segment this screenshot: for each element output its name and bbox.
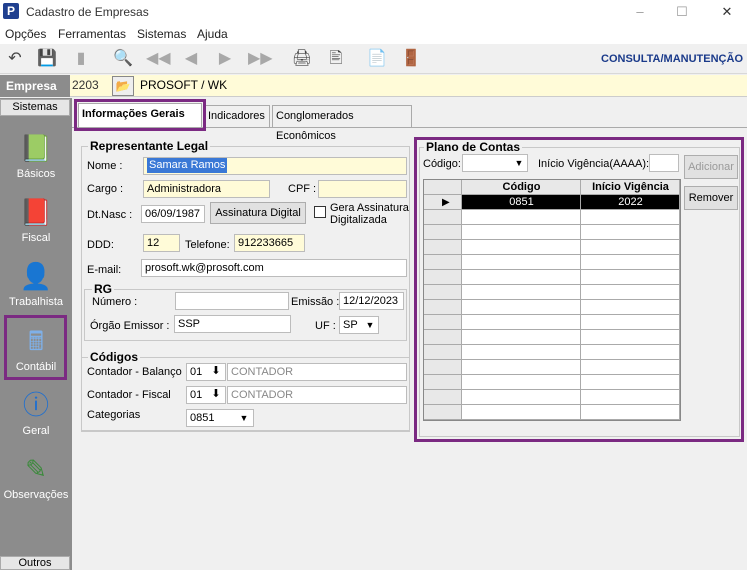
empresa-label: Empresa	[0, 75, 70, 97]
open-folder-icon[interactable]: 📂	[112, 76, 134, 96]
book-icon: 📗	[19, 133, 53, 163]
tab-conglomerados[interactable]: Conglomerados Econômicos	[272, 105, 412, 142]
sidebar-footer[interactable]: Outros	[0, 556, 70, 570]
tab-highlight	[74, 99, 206, 131]
sidebar-item-basicos[interactable]: 📗 Básicos	[0, 132, 72, 180]
orgao-label: Órgão Emissor :	[90, 320, 170, 332]
ddd-label: DDD:	[87, 239, 114, 251]
empresa-code[interactable]: 2203	[72, 78, 99, 92]
sidebar-item-trabalhista[interactable]: 👤 Trabalhista	[0, 260, 72, 308]
calc-icon[interactable]: 🖹	[325, 49, 347, 69]
exit-icon[interactable]: 🚪	[400, 49, 422, 69]
close-icon[interactable]: ✕	[712, 2, 742, 22]
numero-label: Número :	[92, 296, 138, 308]
menu-ajuda[interactable]: Ajuda	[197, 27, 228, 41]
maximize-icon[interactable]: ☐	[667, 2, 697, 22]
orgao-field[interactable]: SSP	[174, 315, 291, 333]
first-icon[interactable]: ◀◀	[146, 49, 171, 69]
menu-sistemas[interactable]: Sistemas	[137, 27, 186, 41]
print-icon[interactable]: 🖨	[291, 49, 313, 69]
cargo-field[interactable]: Administradora	[143, 180, 270, 198]
minimize-icon[interactable]: –	[625, 2, 655, 22]
nome-field[interactable]: Samara Ramos	[143, 157, 407, 175]
email-field[interactable]: prosoft.wk@prosoft.com	[141, 259, 407, 277]
emissao-field[interactable]: 12/12/2023	[339, 292, 404, 310]
representante-title: Representante Legal	[88, 139, 211, 153]
sidebar-item-fiscal[interactable]: 📕 Fiscal	[0, 196, 72, 244]
menu-opcoes[interactable]: Opções	[5, 27, 46, 41]
fiscal-contador-label: Contador - Fiscal	[87, 389, 171, 401]
worker-icon: 👤	[19, 261, 53, 291]
export-icon[interactable]: 📄	[366, 49, 388, 69]
notes-icon: ✎	[25, 454, 47, 484]
sidebar-item-observacoes[interactable]: ✎ Observações	[0, 453, 72, 501]
ddd-field[interactable]: 12	[143, 234, 180, 252]
chevron-down-icon[interactable]: ▼	[362, 317, 378, 333]
rg-title: RG	[92, 282, 114, 296]
lookup-arrow-icon[interactable]: ⬇	[208, 386, 224, 402]
categorias-label: Categorias	[87, 409, 141, 421]
bookmark-icon[interactable]: ▮	[70, 49, 92, 69]
app-logo-icon: P	[3, 3, 19, 19]
emissao-label: Emissão :	[291, 296, 340, 308]
lookup-arrow-icon[interactable]: ⬇	[208, 363, 224, 379]
cargo-label: Cargo :	[87, 183, 124, 195]
codigos-title: Códigos	[88, 350, 140, 364]
categorias-value: 0851	[190, 412, 215, 424]
telefone-field[interactable]: 912233665	[234, 234, 305, 252]
sidebar-item-label: Básicos	[16, 168, 56, 180]
mode-label: CONSULTA/MANUTENÇÃO	[601, 53, 743, 65]
balanco-name-field: CONTADOR	[227, 363, 407, 381]
last-icon[interactable]: ▶▶	[248, 49, 273, 69]
cpf-label: CPF :	[288, 183, 317, 195]
empresa-name: PROSOFT / WK	[140, 78, 228, 92]
prev-icon[interactable]: ◀	[180, 49, 202, 69]
uf-label: UF :	[315, 320, 336, 332]
tab-indicadores[interactable]: Indicadores	[204, 105, 270, 127]
fiscal-book-icon: 📕	[19, 197, 53, 227]
fiscal-name-field: CONTADOR	[227, 386, 407, 404]
gera-assinatura-checkbox[interactable]	[314, 206, 326, 218]
sidebar-item-label: Trabalhista	[8, 296, 63, 308]
email-label: E-mail:	[87, 264, 122, 276]
contabil-highlight	[4, 315, 67, 380]
sidebar-item-label: Fiscal	[21, 232, 51, 244]
balanco-label: Contador - Balanço	[87, 366, 182, 378]
nome-label: Nome :	[87, 160, 123, 172]
cpf-field[interactable]	[318, 180, 407, 198]
sidebar-item-label: Observações	[3, 489, 69, 501]
sidebar-item-geral[interactable]: ⓘ Geral	[0, 389, 72, 437]
save-icon[interactable]: 💾	[36, 49, 58, 69]
dtnasc-field[interactable]: 06/09/1987	[141, 205, 205, 223]
uf-value: SP	[343, 319, 358, 331]
plano-highlight	[414, 137, 744, 442]
numero-field[interactable]	[175, 292, 289, 310]
info-icon: ⓘ	[22, 390, 49, 420]
sidebar-item-label: Geral	[22, 425, 50, 437]
dtnasc-label: Dt.Nasc :	[87, 209, 133, 221]
gera-assinatura-label-1: Gera Assinatura	[330, 202, 409, 214]
menu-ferramentas[interactable]: Ferramentas	[58, 27, 126, 41]
undo-icon[interactable]: ↶	[4, 49, 26, 69]
gera-assinatura-label-2: Digitalizada	[330, 214, 387, 226]
next-icon[interactable]: ▶	[214, 49, 236, 69]
nome-value: Samara Ramos	[147, 158, 228, 173]
window-title: Cadastro de Empresas	[26, 5, 149, 19]
sidebar-header[interactable]: Sistemas	[0, 99, 70, 116]
preview-icon[interactable]: 🔍	[112, 49, 134, 69]
telefone-label: Telefone:	[185, 239, 230, 251]
assinatura-digital-button[interactable]: Assinatura Digital	[210, 202, 306, 224]
chevron-down-icon[interactable]: ▼	[236, 410, 252, 426]
